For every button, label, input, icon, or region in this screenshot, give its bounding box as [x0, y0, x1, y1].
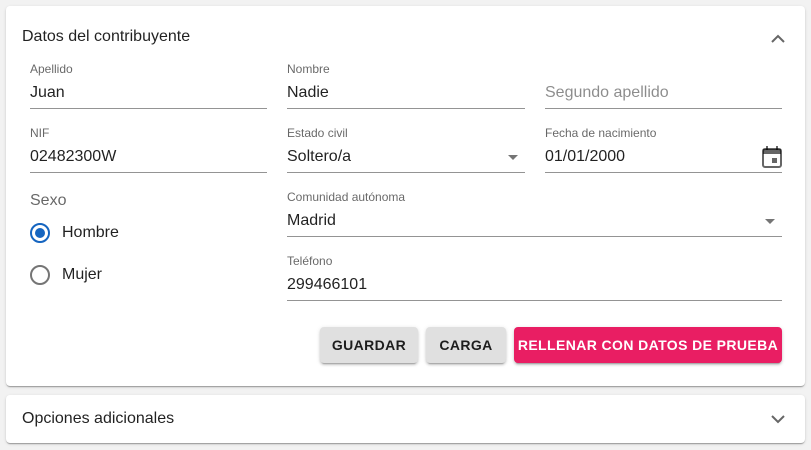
radio-mujer-label: Mujer — [62, 266, 103, 283]
dropdown-arrow-icon[interactable] — [765, 219, 775, 224]
estado-civil-select[interactable]: Estado civil Soltero/a — [287, 126, 525, 173]
fecha-nacimiento-field[interactable]: Fecha de nacimiento 01/01/2000 — [545, 126, 782, 173]
panel-title: Datos del contribuyente — [22, 28, 191, 45]
comunidad-autonoma-select[interactable]: Comunidad autónoma Madrid — [287, 190, 782, 237]
apellido-label: Apellido — [30, 62, 73, 76]
telefono-field[interactable]: Teléfono 299466101 — [287, 254, 782, 301]
radio-mujer[interactable]: Mujer — [30, 265, 102, 285]
segundo-apellido-field[interactable]: Segundo apellido — [545, 62, 782, 109]
telefono-value[interactable]: 299466101 — [287, 276, 367, 294]
fecha-nacimiento-label: Fecha de nacimiento — [545, 126, 657, 140]
apellido-field[interactable]: Apellido Juan — [30, 62, 267, 109]
nif-label: NIF — [30, 126, 50, 140]
radio-checked-icon[interactable] — [30, 223, 50, 243]
opciones-adicionales-panel[interactable]: Opciones adicionales — [6, 395, 805, 443]
segundo-apellido-underline — [545, 108, 782, 109]
fecha-nacimiento-value[interactable]: 01/01/2000 — [545, 148, 625, 166]
nombre-underline — [287, 108, 525, 109]
radio-hombre[interactable]: Hombre — [30, 223, 119, 243]
guardar-button[interactable]: GUARDAR — [320, 327, 418, 363]
estado-civil-value[interactable]: Soltero/a — [287, 148, 351, 166]
nombre-field[interactable]: Nombre Nadie — [287, 62, 525, 109]
apellido-value[interactable]: Juan — [30, 84, 65, 102]
comunidad-value[interactable]: Madrid — [287, 212, 336, 230]
telefono-underline — [287, 300, 782, 301]
chevron-up-icon[interactable] — [766, 26, 790, 50]
telefono-label: Teléfono — [287, 254, 333, 268]
comunidad-label: Comunidad autónoma — [287, 190, 406, 204]
apellido-underline — [30, 108, 267, 109]
nif-value[interactable]: 02482300W — [30, 148, 116, 166]
nif-field[interactable]: NIF 02482300W — [30, 126, 267, 173]
nombre-value[interactable]: Nadie — [287, 84, 329, 102]
panel-title: Opciones adicionales — [22, 410, 175, 427]
radio-unchecked-icon[interactable] — [30, 265, 50, 285]
estado-civil-label: Estado civil — [287, 126, 348, 140]
fecha-nacimiento-underline — [545, 172, 782, 173]
segundo-apellido-placeholder[interactable]: Segundo apellido — [545, 84, 669, 102]
radio-hombre-label: Hombre — [62, 224, 119, 241]
comunidad-underline — [287, 236, 782, 237]
rellenar-datos-prueba-button[interactable]: RELLENAR CON DATOS DE PRUEBA — [514, 327, 782, 363]
calendar-icon[interactable] — [762, 146, 782, 173]
estado-civil-underline — [287, 172, 525, 173]
carga-button[interactable]: CARGA — [426, 327, 506, 363]
nombre-label: Nombre — [287, 62, 330, 76]
dropdown-arrow-icon[interactable] — [508, 155, 518, 160]
nif-underline — [30, 172, 267, 173]
chevron-down-icon[interactable] — [766, 407, 790, 431]
sexo-label: Sexo — [30, 192, 67, 209]
datos-contribuyente-panel: Datos del contribuyente Apellido Juan No… — [6, 6, 805, 386]
